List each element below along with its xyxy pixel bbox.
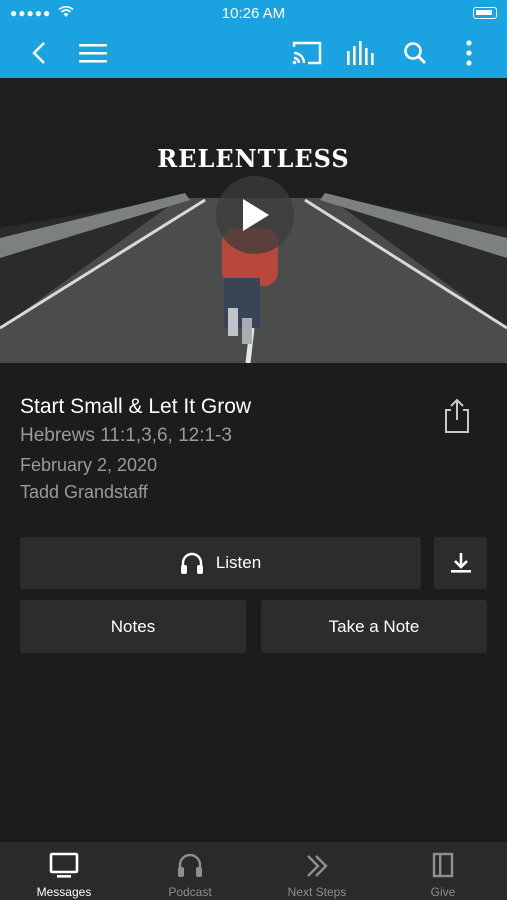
status-bar: ●●●●● 10:26 AM	[0, 0, 507, 28]
share-icon	[445, 398, 469, 433]
headphones-icon	[180, 552, 203, 574]
download-icon	[450, 553, 471, 573]
menu-button[interactable]	[78, 38, 108, 68]
cast-icon	[292, 41, 322, 65]
double-chevron-icon	[307, 855, 328, 877]
search-button[interactable]	[400, 38, 430, 68]
series-title: RELENTLESS	[157, 144, 350, 173]
tab-label: Next Steps	[287, 885, 347, 899]
notes-label: Notes	[110, 616, 156, 636]
tab-messages[interactable]: Messages	[1, 842, 127, 900]
hamburger-menu-icon	[79, 44, 107, 63]
download-button[interactable]	[434, 537, 487, 589]
chevron-left-icon	[32, 42, 45, 64]
share-button[interactable]	[442, 398, 472, 434]
message-title: Start Small & Let It Grow	[20, 395, 252, 418]
take-a-note-button[interactable]: Take a Note	[261, 600, 487, 653]
headphones-icon	[178, 853, 202, 877]
tab-podcast[interactable]: Podcast	[127, 842, 253, 900]
tab-label: Give	[430, 885, 456, 899]
play-button[interactable]	[216, 176, 294, 254]
tv-icon	[49, 852, 79, 878]
equalizer-icon	[347, 41, 374, 65]
more-options-button[interactable]	[454, 38, 484, 68]
message-date: February 2, 2020	[20, 455, 158, 475]
tab-label: Podcast	[168, 885, 212, 899]
app-header	[0, 28, 507, 78]
take-a-note-label: Take a Note	[328, 616, 420, 636]
more-vertical-icon	[466, 40, 472, 66]
bottom-tab-bar: Messages Podcast Next Steps Give	[0, 842, 507, 900]
search-icon	[404, 42, 427, 65]
message-details: Start Small & Let It Grow Hebrews 11:1,3…	[20, 395, 420, 503]
notes-button[interactable]: Notes	[20, 600, 246, 653]
book-icon	[432, 852, 454, 878]
back-button[interactable]	[24, 38, 54, 68]
listen-button[interactable]: Listen	[20, 537, 421, 589]
scripture-reference: Hebrews 11:1,3,6, 12:1-3	[20, 425, 232, 446]
cast-button[interactable]	[292, 38, 322, 68]
speaker-name: Tadd Grandstaff	[20, 482, 148, 502]
status-time: 10:26 AM	[221, 5, 286, 22]
tab-give[interactable]: Give	[380, 842, 506, 900]
battery-icon	[473, 7, 497, 19]
tab-next-steps[interactable]: Next Steps	[254, 842, 380, 900]
sermon-artwork[interactable]: RELENTLESS	[0, 78, 507, 363]
listen-label: Listen	[215, 553, 262, 572]
tab-label: Messages	[36, 885, 92, 899]
audio-button[interactable]	[346, 38, 376, 68]
play-icon	[243, 199, 269, 231]
